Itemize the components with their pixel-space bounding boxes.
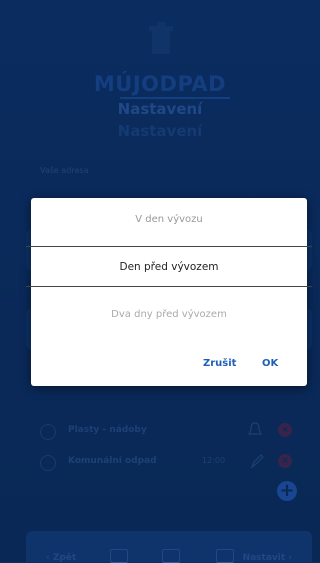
selection-line-bottom xyxy=(26,286,312,287)
reminder-picker-dialog: V den vývozu Den před vývozem Dva dny př… xyxy=(26,198,312,386)
option-two-days-before[interactable]: Dva dny před vývozem xyxy=(31,309,307,320)
ok-button[interactable]: OK xyxy=(262,358,278,369)
selection-line-top xyxy=(26,246,312,247)
option-day-before[interactable]: Den před vývozem xyxy=(31,261,307,273)
option-same-day[interactable]: V den vývozu xyxy=(31,214,307,225)
cancel-button[interactable]: Zrušit xyxy=(203,358,236,369)
